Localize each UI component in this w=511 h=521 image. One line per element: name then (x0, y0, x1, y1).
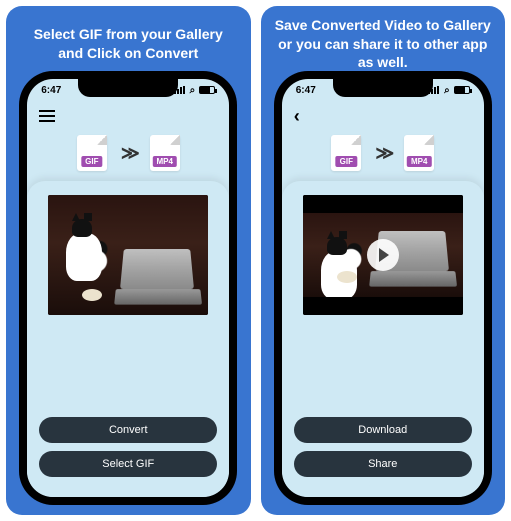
battery-icon (199, 86, 215, 94)
phone-screen: 6:47 ⌕ ‹ GIF ≫ MP4 (282, 79, 484, 497)
gif-badge: GIF (81, 156, 102, 167)
phone-frame: 6:47 ⌕ ‹ GIF ≫ MP4 (274, 71, 492, 505)
mp4-badge: MP4 (152, 156, 176, 167)
status-time: 6:47 (41, 85, 61, 96)
arrow-icon: ≫ (121, 143, 136, 164)
wifi-icon: ⌕ (190, 85, 196, 96)
status-time: 6:47 (296, 85, 316, 96)
conversion-hero: GIF ≫ MP4 (27, 131, 229, 181)
phone-frame: 6:47 ⌕ GIF ≫ MP4 (19, 71, 237, 505)
download-button[interactable]: Download (294, 417, 472, 443)
gif-file-icon: GIF (77, 135, 107, 171)
share-button[interactable]: Share (294, 451, 472, 477)
gif-file-icon: GIF (331, 135, 361, 171)
phone-notch (333, 79, 433, 97)
menu-icon[interactable] (39, 110, 55, 122)
select-gif-button[interactable]: Select GIF (39, 451, 217, 477)
promo-panel-left: Select GIF from your Gallery and Click o… (6, 6, 251, 515)
mp4-badge: MP4 (407, 156, 431, 167)
mp4-file-icon: MP4 (404, 135, 434, 171)
phone-notch (78, 79, 178, 97)
convert-button[interactable]: Convert (39, 417, 217, 443)
promo-panel-right: Save Converted Video to Gallery or you c… (261, 6, 506, 515)
panel-caption: Select GIF from your Gallery and Click o… (14, 16, 243, 71)
gif-badge: GIF (336, 156, 357, 167)
panel-caption: Save Converted Video to Gallery or you c… (269, 16, 498, 71)
play-icon[interactable] (367, 239, 399, 271)
top-bar (27, 101, 229, 131)
top-bar: ‹ (282, 101, 484, 131)
battery-icon (454, 86, 470, 94)
video-preview[interactable] (303, 195, 463, 315)
mp4-file-icon: MP4 (150, 135, 180, 171)
conversion-hero: GIF ≫ MP4 (282, 131, 484, 181)
wifi-icon: ⌕ (444, 85, 450, 96)
arrow-icon: ≫ (375, 143, 390, 164)
back-icon[interactable]: ‹ (294, 106, 300, 127)
gif-preview[interactable] (48, 195, 208, 315)
content-card: Download Share (282, 181, 484, 497)
content-card: Convert Select GIF (27, 181, 229, 497)
phone-screen: 6:47 ⌕ GIF ≫ MP4 (27, 79, 229, 497)
